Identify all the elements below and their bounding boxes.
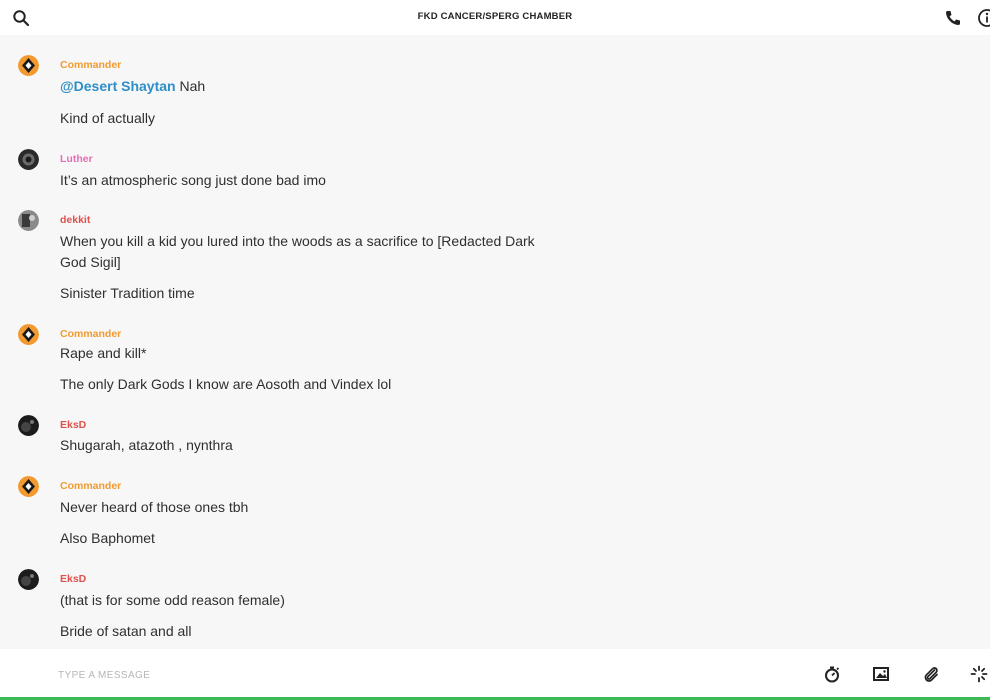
avatar[interactable] (18, 324, 39, 345)
message-text: Shugarah, atazoth , nynthra (60, 437, 233, 453)
message-text: @Desert Shaytan Nah (60, 76, 205, 96)
message-author[interactable]: Commander (60, 480, 121, 492)
message-composer (0, 649, 990, 700)
phone-icon[interactable] (944, 9, 962, 27)
info-icon[interactable] (977, 8, 990, 28)
avatar[interactable] (18, 415, 39, 436)
timer-icon[interactable] (823, 665, 841, 683)
attachment-icon[interactable] (922, 665, 940, 683)
message-text: Sinister Tradition time (60, 285, 195, 301)
message-text: God Sigil] (60, 254, 121, 270)
avatar[interactable] (18, 210, 39, 231)
sparkle-icon[interactable] (970, 665, 988, 683)
message-author[interactable]: EksD (60, 419, 86, 431)
message-text: It’s an atmospheric song just done bad i… (60, 172, 326, 188)
message-text: Bride of satan and all (60, 623, 192, 639)
message-author[interactable]: Luther (60, 153, 93, 165)
image-icon[interactable] (872, 665, 890, 683)
avatar[interactable] (18, 149, 39, 170)
message-author[interactable]: EksD (60, 573, 86, 585)
avatar[interactable] (18, 569, 39, 590)
message-feed[interactable]: Commander @Desert Shaytan Nah Kind of ac… (0, 35, 990, 649)
message-author[interactable]: Commander (60, 328, 121, 340)
message-text: (that is for some odd reason female) (60, 592, 285, 608)
message-text: Also Baphomet (60, 530, 155, 546)
message-author[interactable]: dekkit (60, 214, 90, 226)
avatar[interactable] (18, 55, 39, 76)
message-text: Kind of actually (60, 110, 155, 126)
message-text: When you kill a kid you lured into the w… (60, 233, 535, 249)
message-input[interactable] (58, 665, 658, 685)
chat-title: FKD CANCER/SPERG CHAMBER (417, 11, 573, 22)
message-text: The only Dark Gods I know are Aosoth and… (60, 376, 392, 392)
top-bar: FKD CANCER/SPERG CHAMBER (0, 0, 990, 35)
message-text: Rape and kill* (60, 345, 147, 361)
avatar[interactable] (18, 476, 39, 497)
message-text: Never heard of those ones tbh (60, 499, 249, 515)
message-author[interactable]: Commander (60, 59, 121, 71)
user-mention[interactable]: @Desert Shaytan (60, 78, 176, 94)
message-text-body: Nah (175, 78, 206, 94)
